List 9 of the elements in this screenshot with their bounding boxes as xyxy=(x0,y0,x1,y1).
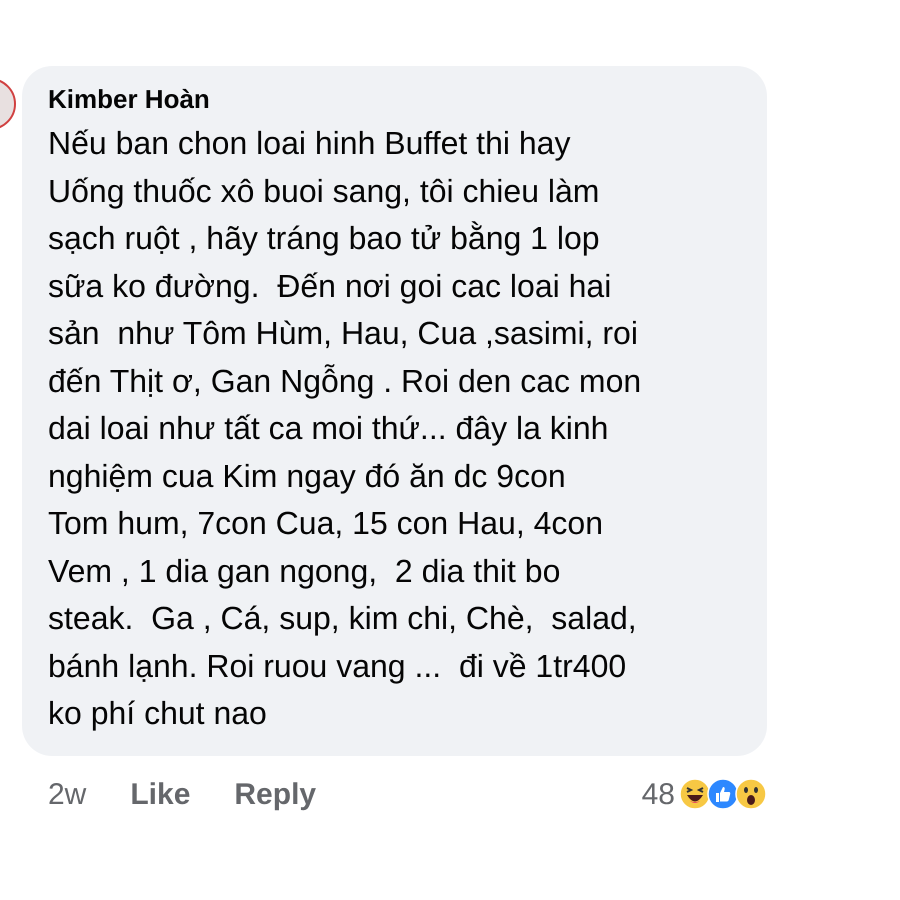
thumbs-up-icon xyxy=(707,778,739,810)
author-name[interactable]: Kimber Hoàn xyxy=(48,82,751,116)
like-link[interactable]: Like xyxy=(130,772,190,816)
laughing-emoji-icon xyxy=(679,778,711,810)
reaction-count: 48 xyxy=(642,776,675,812)
timestamp: 2w xyxy=(48,776,86,812)
comment-text: Nếu ban chon loai hinh Buffet thi hay Uống thuốc xô buoi sang, tôi chieu làm sạch ruột , hãy tráng bao tử bằng 1 lop sữa ko đường. Đến nơi goi cac loai hai sản như Tôm Hùm, Hau, Cua ,sasimi, roi đến Thịt ơ, Gan Ngỗng . Roi den cac mon dai loai như tất ca moi thứ... đây la kinh nghiệm cua Kim ngay đó ăn dc 9con Tom hum, 7con Cua, 15 con Hau, 4con Vem , 1 dia gan ngong, 2 dia thit bo steak. Ga , Cá, sup, kim chi, Chè, salad, bánh lạnh. Roi ruou vang ... đi về 1tr400 ko phí chut nao xyxy=(48,124,642,733)
surprised-emoji-icon xyxy=(735,778,767,810)
reply-link[interactable]: Reply xyxy=(234,772,316,816)
